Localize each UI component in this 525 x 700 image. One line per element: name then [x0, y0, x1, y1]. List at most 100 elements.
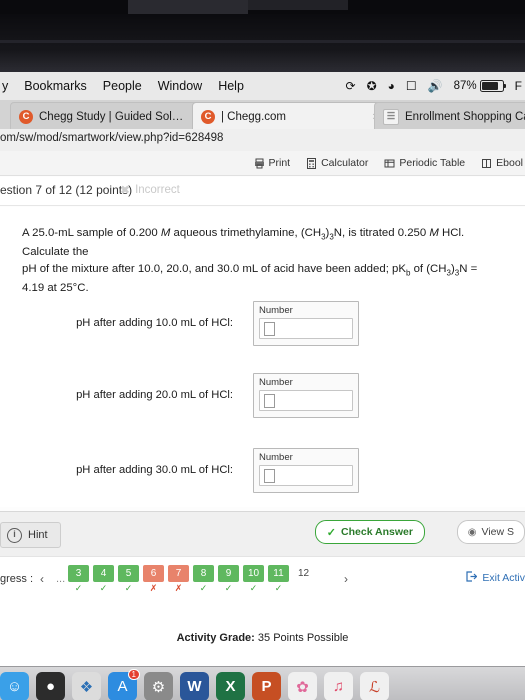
check-answer-button[interactable]: ✓ Check Answer: [314, 520, 425, 544]
pager-number: 6: [143, 565, 164, 582]
info-icon: i: [7, 527, 22, 543]
answer-row-2: pH after adding 20.0 mL of HCl: Number: [0, 373, 525, 425]
progress-label: gress :: [0, 573, 34, 585]
pager-mark: ✓: [249, 583, 258, 593]
problem-line2-a: pH of the mixture after 10.0, 20.0, and …: [22, 263, 406, 276]
pager-item-9[interactable]: 9 ✓: [218, 565, 239, 593]
pager-mark: ✗: [149, 583, 158, 593]
problem-molarity-1: M: [160, 227, 171, 239]
finder-icon[interactable]: ☺: [0, 672, 29, 700]
volume-icon[interactable]: 🔊: [428, 80, 443, 92]
document-favicon: ☰: [383, 108, 399, 125]
number-box-header: Number: [259, 377, 293, 388]
progress-pager: gress : ‹ ... 3 ✓ 4 ✓ 5 ✓ 6 ✗ 7 ✗ 8 ✓ 9 ✓ 10 ✓ 1…: [0, 556, 525, 609]
number-input-group[interactable]: Number: [253, 448, 359, 493]
pager-number: 9: [218, 565, 239, 582]
pager-number: 11: [268, 565, 289, 582]
text-caret: [264, 322, 275, 336]
tab-chegg-com[interactable]: C | Chegg.com ×: [192, 102, 388, 130]
address-bar[interactable]: om/sw/mod/smartwork/view.php?id=628498: [0, 129, 525, 152]
settings-icon[interactable]: ⚙: [144, 672, 173, 700]
answer-input-2[interactable]: [259, 390, 353, 411]
pager-item-5[interactable]: 5 ✓: [118, 565, 139, 593]
chrome-icon[interactable]: ●: [36, 672, 65, 700]
answer-row-1: pH after adding 10.0 mL of HCl: Number: [0, 301, 525, 353]
number-input-group[interactable]: Number: [253, 373, 359, 418]
problem-line1-d: N, is titrated 0.250: [333, 227, 430, 239]
exit-activity-label: Exit Activ: [482, 572, 525, 584]
battery-indicator[interactable]: 87%: [454, 80, 506, 92]
view-solution-button[interactable]: ◉ View S: [456, 520, 525, 544]
appstore-icon[interactable]: A1: [108, 669, 140, 700]
pager-item-7[interactable]: 7 ✗: [168, 565, 189, 593]
pager-item-4[interactable]: 4 ✓: [93, 565, 114, 593]
pager-item-8[interactable]: 8 ✓: [193, 565, 214, 593]
word-icon[interactable]: W: [180, 672, 209, 700]
pager-item-10[interactable]: 10 ✓: [243, 565, 264, 593]
pager-number: 4: [93, 565, 114, 582]
menu-item-help[interactable]: Help: [218, 79, 244, 93]
pager-next-button[interactable]: ›: [344, 572, 348, 586]
chegg-favicon: C: [201, 109, 215, 124]
powerpoint-icon[interactable]: P: [252, 672, 281, 700]
screenshot-root: y Bookmarks People Window Help ⟳ ✪ ◕ ☐ 🔊…: [0, 0, 525, 700]
pager-number: 10: [243, 565, 264, 582]
pager-number: 8: [193, 565, 214, 582]
ebook-button[interactable]: Ebool: [481, 157, 523, 169]
bluetooth-icon[interactable]: ✪: [367, 80, 377, 92]
action-bar: i Hint ✓ Check Answer ◉ View S: [0, 511, 525, 557]
calculator-button[interactable]: Calculator: [306, 157, 368, 169]
page-content: Print Calculator Periodic Table Ebool es…: [0, 151, 525, 511]
calculator-label: Calculator: [321, 157, 369, 169]
pager-item-11[interactable]: 11 ✓: [268, 565, 289, 593]
excel-icon[interactable]: X: [216, 672, 245, 700]
history-icon[interactable]: ⟳: [346, 80, 356, 92]
music-icon[interactable]: ♫: [324, 672, 353, 700]
pager-item-12[interactable]: 12: [293, 565, 314, 593]
wifi-icon[interactable]: ◕: [388, 80, 395, 92]
check-answer-label: Check Answer: [341, 526, 413, 538]
pager-mark: ✓: [224, 583, 233, 593]
tab-enrollment-shopping-cart[interactable]: ☰ Enrollment Shopping Cart: [374, 102, 525, 130]
tab-label: | Chegg.com: [221, 110, 286, 123]
pager-item-6[interactable]: 6 ✗: [143, 565, 164, 593]
menu-item-bookmarks[interactable]: Bookmarks: [24, 79, 87, 93]
pager-mark: ✓: [199, 583, 208, 593]
answer-label: pH after adding 20.0 mL of HCl:: [76, 389, 233, 401]
check-icon: ✓: [326, 526, 337, 539]
tab-chegg-study[interactable]: C Chegg Study | Guided Solution ×: [10, 102, 208, 130]
safari-icon[interactable]: ❖: [72, 672, 101, 700]
print-button[interactable]: Print: [254, 157, 290, 169]
photos-icon[interactable]: ✿: [288, 672, 317, 700]
acrobat-icon[interactable]: ℒ: [360, 672, 389, 700]
number-input-group[interactable]: Number: [253, 301, 359, 346]
answer-row-3: pH after adding 30.0 mL of HCl: Number: [0, 448, 525, 500]
exit-activity-button[interactable]: Exit Activ: [465, 571, 525, 585]
answer-label: pH after adding 30.0 mL of HCl:: [76, 464, 233, 476]
menu-item-0[interactable]: y: [2, 79, 8, 93]
toolbar-items: Print Calculator Periodic Table Ebool: [254, 151, 525, 175]
pager-item-3[interactable]: 3 ✓: [68, 565, 89, 593]
menu-status-area: ⟳ ✪ ◕ ☐ 🔊 87% F: [346, 72, 525, 100]
answer-input-1[interactable]: [259, 318, 353, 339]
menu-item-window[interactable]: Window: [158, 79, 202, 93]
menu-trailing-label[interactable]: F: [515, 80, 522, 92]
answer-input-3[interactable]: [259, 465, 353, 486]
table-icon: [384, 158, 395, 169]
eye-icon: ◉: [467, 526, 477, 538]
periodic-table-button[interactable]: Periodic Table: [384, 157, 465, 169]
menu-item-people[interactable]: People: [103, 79, 142, 93]
pager-number: 5: [118, 565, 139, 582]
tab-label: Enrollment Shopping Cart: [405, 110, 525, 123]
chegg-favicon: C: [19, 109, 33, 124]
hint-button[interactable]: i Hint: [0, 522, 61, 548]
activity-grade-bar: Activity Grade: 35 Points Possible: [0, 608, 525, 666]
dock-icons: ☺ ● ❖ A1 ⚙ W X P ✿ ♫ ℒ: [0, 669, 389, 700]
pager-number: 3: [68, 565, 89, 582]
pager-prev-button[interactable]: ‹: [40, 572, 44, 586]
browser-tab-bar: C Chegg Study | Guided Solution × C | Ch…: [0, 100, 525, 130]
pager-mark: ✓: [99, 583, 108, 593]
airplay-icon[interactable]: ☐: [406, 80, 417, 92]
pager-mark: ✓: [74, 583, 83, 593]
exit-icon: [465, 571, 478, 585]
